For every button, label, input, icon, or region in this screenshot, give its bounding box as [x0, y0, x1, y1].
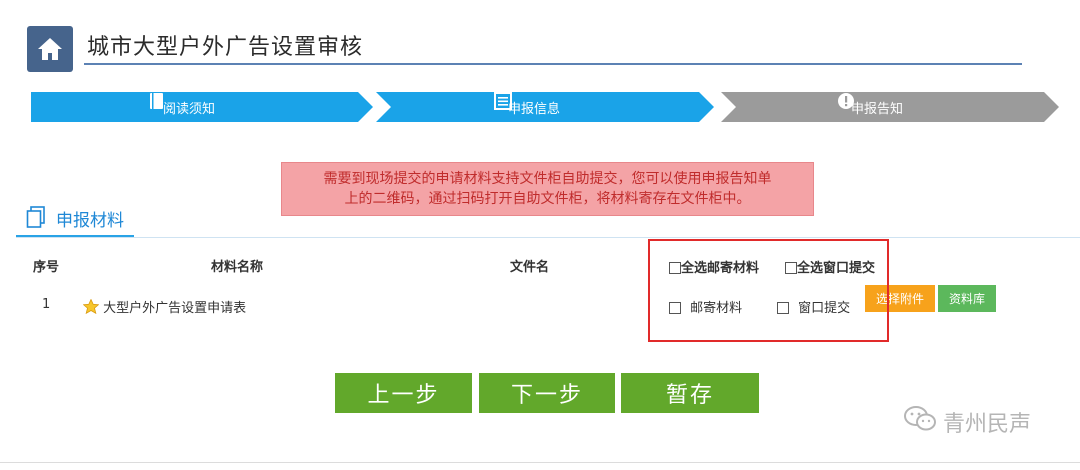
column-header-index: 序号 [33, 260, 60, 275]
row-material-name: 大型户外广告设置申请表 [82, 297, 247, 316]
section-title: 申报材料 [56, 211, 124, 231]
save-draft-button[interactable]: 暂存 [621, 373, 759, 413]
home-button[interactable] [27, 26, 73, 72]
notice-line-1: 需要到现场提交的申请材料支持文件柜自助提交，您可以使用申报告知单 [323, 171, 772, 187]
tab-application-materials[interactable]: 申报材料 [16, 202, 134, 238]
step-progress-bar: 阅读须知 申报信息 申报告知 [31, 92, 1071, 122]
column-header-file-name: 文件名 [510, 260, 550, 275]
next-step-button[interactable]: 下一步 [479, 373, 615, 413]
watermark: 青州民声 [903, 405, 1031, 439]
home-icon [38, 38, 62, 60]
star-icon [82, 298, 103, 316]
page: 城市大型户外广告设置审核 阅读须知 申报信息 申报告知 需要到现场提交的申请材料… [0, 0, 1080, 470]
material-library-button[interactable]: 资料库 [938, 285, 996, 312]
row-index: 1 [42, 297, 51, 312]
wechat-icon [903, 405, 937, 439]
step-declaration-notice[interactable]: 申报告知 [721, 92, 1059, 122]
previous-step-button[interactable]: 上一步 [335, 373, 472, 413]
notice-banner: 需要到现场提交的申请材料支持文件柜自助提交，您可以使用申报告知单 上的二维码，通… [281, 162, 814, 216]
step-label: 阅读须知 [163, 101, 216, 117]
watermark-text: 青州民声 [943, 412, 1032, 437]
material-name-text: 大型户外广告设置申请表 [103, 301, 247, 316]
step-label: 申报告知 [851, 101, 904, 117]
page-title: 城市大型户外广告设置审核 [87, 35, 364, 60]
step-application-info[interactable]: 申报信息 [376, 92, 714, 122]
title-underline [84, 63, 1022, 65]
section-divider [16, 237, 1080, 238]
step-read-notice[interactable]: 阅读须知 [31, 92, 373, 122]
step-label: 申报信息 [508, 101, 561, 117]
bottom-divider [0, 462, 1080, 463]
highlight-box [648, 239, 889, 342]
column-header-material-name: 材料名称 [211, 260, 264, 275]
document-icon [26, 206, 46, 232]
notice-line-2: 上的二维码，通过扫码打开自助文件柜，将材料寄存在文件柜中。 [344, 191, 751, 207]
